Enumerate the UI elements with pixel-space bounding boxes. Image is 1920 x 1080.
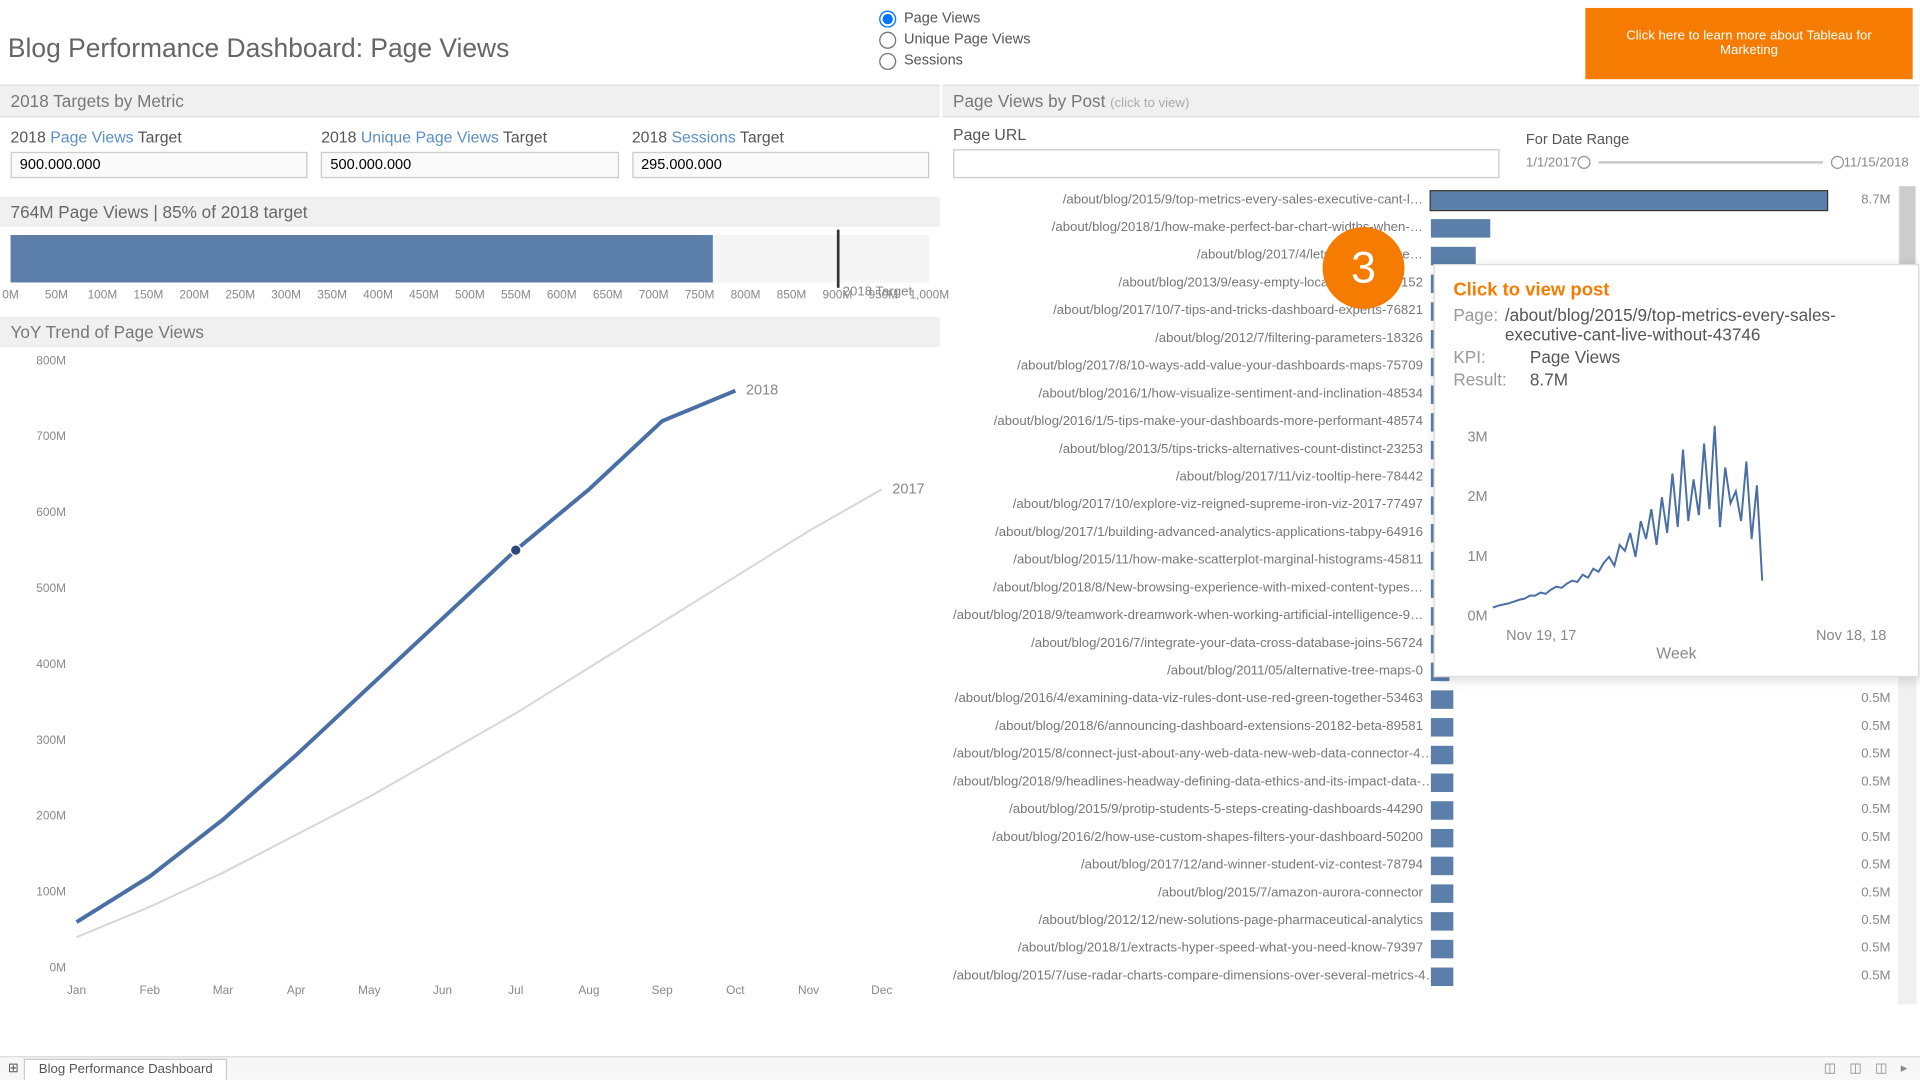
svg-text:Mar: Mar (213, 983, 233, 997)
footer-icon-2[interactable]: ◫ (1849, 1061, 1861, 1076)
url-label: Page URL (953, 125, 1499, 143)
post-row[interactable]: /about/blog/2017/12/and-winner-student-v… (953, 851, 1919, 879)
scroll-up[interactable] (1899, 186, 1915, 212)
svg-text:400M: 400M (36, 657, 66, 671)
footer-icon-3[interactable]: ◫ (1875, 1061, 1887, 1076)
metric-selector[interactable]: Page Views Unique Page Views Sessions (879, 8, 1031, 71)
svg-text:600M: 600M (36, 505, 66, 519)
slider-thumb-end[interactable] (1830, 156, 1843, 169)
post-row[interactable]: /about/blog/2012/12/new-solutions-page-p… (953, 907, 1919, 935)
target-label-pv: 2018 Page Views Target (11, 128, 308, 146)
trend-chart[interactable]: 0M 100M 200M 300M 400M 500M 600M 700M 800M Jan Feb… (11, 347, 935, 1007)
page-title: Blog Performance Dashboard: Page Views (8, 8, 509, 65)
svg-text:1M: 1M (1467, 549, 1487, 565)
svg-text:Feb: Feb (140, 983, 161, 997)
target-input-sessions[interactable] (632, 152, 929, 178)
post-row[interactable]: /about/blog/2018/1/how-make-perfect-bar-… (953, 214, 1919, 242)
svg-text:Jul: Jul (508, 983, 523, 997)
targets-section-header: 2018 Targets by Metric (0, 84, 940, 117)
svg-text:100M: 100M (36, 885, 66, 899)
progress-header: 764M Page Views | 85% of 2018 target (0, 197, 940, 227)
svg-text:300M: 300M (36, 733, 66, 747)
svg-text:Oct: Oct (726, 983, 745, 997)
svg-text:0M: 0M (50, 961, 66, 975)
radio-page-views[interactable]: Page Views (879, 8, 1031, 29)
tooltip-title: Click to view post (1453, 279, 1899, 300)
svg-text:2017: 2017 (892, 481, 924, 497)
bullet-axis: 0M50M100M150M200M250M300M350M400M450M500… (11, 288, 930, 306)
svg-text:Aug: Aug (578, 983, 599, 997)
post-row[interactable]: /about/blog/2015/9/protip-students-5-ste… (953, 796, 1919, 824)
post-row[interactable]: /about/blog/2018/1/extracts-hyper-speed-… (953, 935, 1919, 963)
target-label-sessions: 2018 Sessions Target (632, 128, 929, 146)
svg-text:Jan: Jan (67, 983, 86, 997)
svg-text:500M: 500M (36, 581, 66, 595)
footer-icon-4[interactable]: ▸ (1901, 1061, 1908, 1076)
tooltip-sparkline: 0M 1M 2M 3M (1453, 400, 1770, 624)
post-row[interactable]: /about/blog/2016/2/how-use-custom-shapes… (953, 824, 1919, 852)
slider-thumb-start[interactable] (1577, 156, 1590, 169)
target-input-pv[interactable] (11, 152, 308, 178)
svg-text:May: May (358, 983, 380, 997)
bullet-chart[interactable]: 2018 Target (11, 235, 930, 283)
svg-text:Sep: Sep (652, 983, 674, 997)
date-range-label: For Date Range (1526, 132, 1909, 148)
svg-text:3M: 3M (1467, 430, 1487, 446)
radio-sessions[interactable]: Sessions (879, 50, 1031, 71)
svg-text:200M: 200M (36, 809, 66, 823)
svg-text:Jun: Jun (433, 983, 452, 997)
radio-unique-page-views[interactable]: Unique Page Views (879, 29, 1031, 50)
svg-text:2018: 2018 (746, 383, 778, 399)
url-input[interactable] (953, 149, 1499, 178)
post-row[interactable]: /about/blog/2018/6/announcing-dashboard-… (953, 713, 1919, 741)
target-label-upv: 2018 Unique Page Views Target (321, 128, 618, 146)
target-input-upv[interactable] (321, 152, 618, 178)
trend-header: YoY Trend of Page Views (0, 317, 940, 347)
svg-text:2M: 2M (1467, 489, 1487, 505)
datasource-icon[interactable]: ⊞ (8, 1061, 19, 1076)
post-row[interactable]: /about/blog/2015/7/amazon-aurora-connect… (953, 879, 1919, 907)
callout-badge: 3 (1323, 227, 1405, 309)
post-row[interactable]: /about/blog/2015/7/use-radar-charts-comp… (953, 962, 1919, 990)
post-row[interactable]: /about/blog/2015/8/connect-just-about-an… (953, 741, 1919, 769)
svg-text:Apr: Apr (287, 983, 306, 997)
viz-tooltip: Click to view post Page:/about/blog/2015… (1434, 264, 1920, 677)
post-row[interactable]: /about/blog/2015/9/top-metrics-every-sal… (953, 186, 1919, 214)
svg-text:Nov: Nov (798, 983, 819, 997)
svg-text:700M: 700M (36, 429, 66, 443)
marketing-cta-button[interactable]: Click here to learn more about Tableau f… (1585, 8, 1912, 79)
posts-section-header: Page Views by Post (click to view) (942, 84, 1919, 117)
svg-text:0M: 0M (1467, 608, 1487, 624)
svg-text:Dec: Dec (871, 983, 892, 997)
footer-icon-1[interactable]: ◫ (1824, 1061, 1836, 1076)
sheet-tab[interactable]: Blog Performance Dashboard (24, 1058, 227, 1079)
post-row[interactable]: /about/blog/2016/4/examining-data-viz-ru… (953, 685, 1919, 713)
svg-text:800M: 800M (36, 353, 66, 367)
post-row[interactable]: /about/blog/2018/9/headlines-headway-def… (953, 768, 1919, 796)
date-range-slider[interactable]: 1/1/2017 11/15/2018 (1526, 153, 1909, 171)
footer: ⊞ Blog Performance Dashboard ◫ ◫ ◫ ▸ (0, 1056, 1920, 1080)
